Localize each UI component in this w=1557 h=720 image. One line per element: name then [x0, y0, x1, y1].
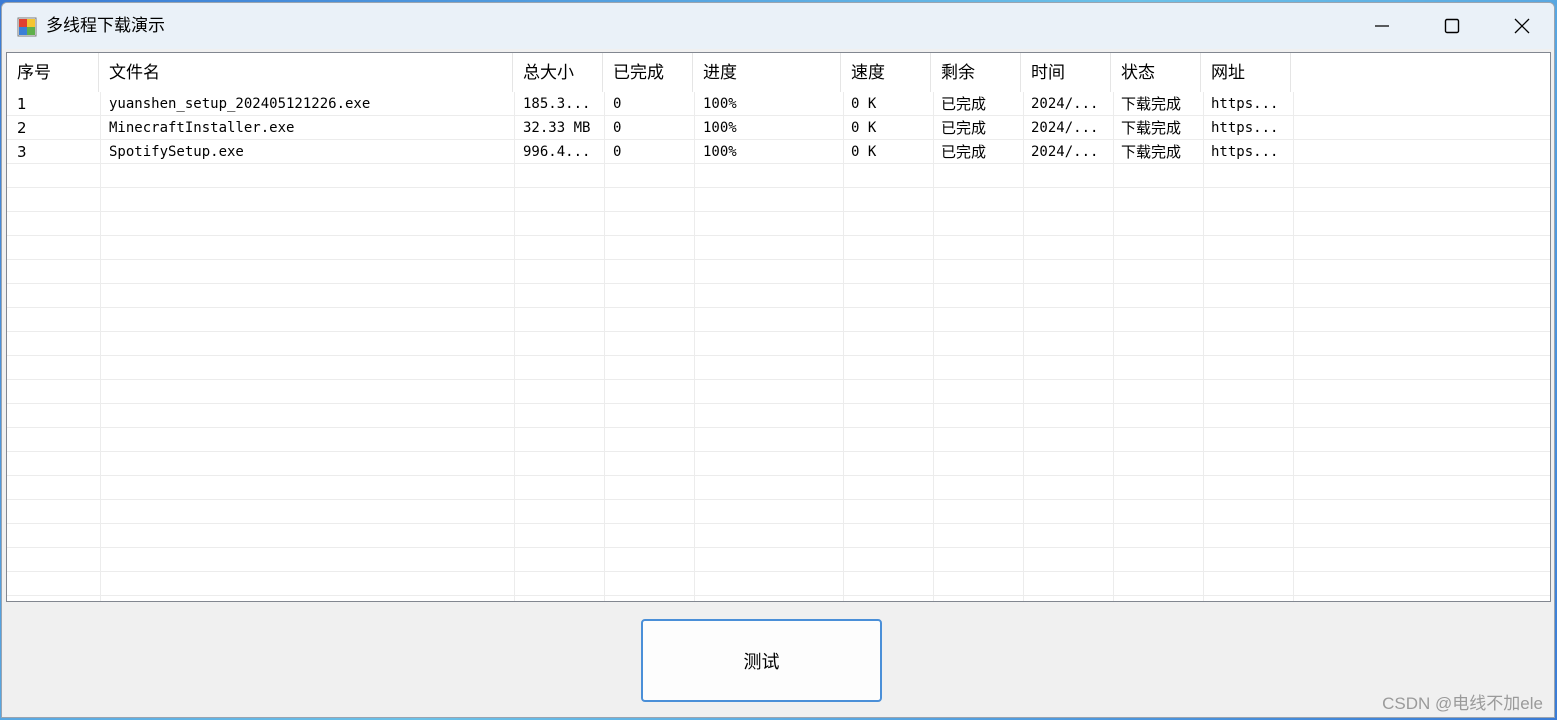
grid-line	[7, 499, 1550, 500]
table-row[interactable]: 3 SpotifySetup.exe 996.4... 0 100% 0 K 已…	[7, 140, 1550, 164]
cell-done: 0	[613, 96, 622, 112]
main-window: 多线程下载演示 序号 文件名 总大小 已完成 进度 速度 剩余 时间 状态 网址…	[1, 2, 1555, 718]
maximize-button[interactable]	[1417, 3, 1487, 49]
grid-line	[100, 92, 101, 601]
cell-speed: 0 K	[851, 144, 877, 160]
cell-filename: SpotifySetup.exe	[109, 144, 244, 160]
column-header-status[interactable]: 状态	[1111, 53, 1201, 92]
cell-url: https...	[1211, 144, 1279, 160]
cell-status: 下载完成	[1121, 143, 1182, 161]
test-button[interactable]: 测试	[641, 619, 882, 702]
grid-line	[7, 259, 1550, 260]
grid-line	[7, 331, 1550, 332]
cell-index: 1	[17, 95, 27, 113]
cell-url: https...	[1211, 96, 1279, 112]
cell-filename: MinecraftInstaller.exe	[109, 120, 295, 136]
cell-index: 2	[17, 119, 27, 137]
column-header-size[interactable]: 总大小	[513, 53, 603, 92]
table-row[interactable]: 2 MinecraftInstaller.exe 32.33 MB 0 100%…	[7, 116, 1550, 140]
grid-line	[7, 355, 1550, 356]
column-header-done[interactable]: 已完成	[603, 53, 693, 92]
cell-done: 0	[613, 144, 622, 160]
grid-line	[7, 211, 1550, 212]
cell-remaining: 已完成	[941, 95, 987, 113]
cell-speed: 0 K	[851, 120, 877, 136]
cell-progress: 100%	[703, 96, 737, 112]
grid-line	[7, 427, 1550, 428]
grid-line	[7, 307, 1550, 308]
watermark-text: CSDN @电线不加ele	[1382, 694, 1543, 713]
grid-line	[7, 403, 1550, 404]
column-header-time[interactable]: 时间	[1021, 53, 1111, 92]
grid-line	[1293, 92, 1294, 601]
maximize-icon	[1444, 18, 1460, 34]
list-header: 序号 文件名 总大小 已完成 进度 速度 剩余 时间 状态 网址	[7, 53, 1550, 92]
cell-time: 2024/...	[1031, 96, 1099, 112]
grid-line	[7, 523, 1550, 524]
grid-line	[7, 571, 1550, 572]
cell-done: 0	[613, 120, 622, 136]
cell-status: 下载完成	[1121, 95, 1182, 113]
grid-line	[7, 475, 1550, 476]
grid-line	[7, 235, 1550, 236]
cell-url: https...	[1211, 120, 1279, 136]
column-header-remaining[interactable]: 剩余	[931, 53, 1021, 92]
cell-size: 32.33 MB	[523, 120, 591, 136]
grid-line	[514, 92, 515, 601]
grid-line	[7, 595, 1550, 596]
column-header-progress[interactable]: 进度	[693, 53, 841, 92]
cell-size: 996.4...	[523, 144, 591, 160]
cell-time: 2024/...	[1031, 144, 1099, 160]
cell-speed: 0 K	[851, 96, 877, 112]
cell-size: 185.3...	[523, 96, 591, 112]
cell-progress: 100%	[703, 144, 737, 160]
minimize-icon	[1374, 18, 1390, 34]
grid-line	[7, 187, 1550, 188]
cell-filename: yuanshen_setup_202405121226.exe	[109, 96, 371, 112]
column-header-url[interactable]: 网址	[1201, 53, 1291, 92]
grid-line	[7, 451, 1550, 452]
app-window-icon	[17, 17, 37, 37]
column-header-speed[interactable]: 速度	[841, 53, 931, 92]
grid-line	[7, 379, 1550, 380]
column-header-filename[interactable]: 文件名	[99, 53, 513, 92]
close-icon	[1514, 18, 1530, 34]
grid-line	[1203, 92, 1204, 601]
table-row[interactable]: 1 yuanshen_setup_202405121226.exe 185.3.…	[7, 92, 1550, 116]
cell-progress: 100%	[703, 120, 737, 136]
grid-line	[843, 92, 844, 601]
cell-status: 下载完成	[1121, 119, 1182, 137]
title-bar[interactable]: 多线程下载演示	[2, 3, 1554, 49]
grid-line	[1113, 92, 1114, 601]
column-header-index[interactable]: 序号	[7, 53, 99, 92]
cell-remaining: 已完成	[941, 143, 987, 161]
cell-time: 2024/...	[1031, 120, 1099, 136]
close-button[interactable]	[1487, 3, 1554, 49]
window-title: 多线程下载演示	[46, 16, 165, 36]
minimize-button[interactable]	[1347, 3, 1417, 49]
cell-remaining: 已完成	[941, 119, 987, 137]
cell-index: 3	[17, 143, 27, 161]
download-list-view[interactable]: 序号 文件名 总大小 已完成 进度 速度 剩余 时间 状态 网址 1 yuans…	[6, 52, 1551, 602]
grid-line	[1023, 92, 1024, 601]
grid-line	[604, 92, 605, 601]
grid-line	[694, 92, 695, 601]
grid-line	[933, 92, 934, 601]
grid-line	[7, 547, 1550, 548]
grid-line	[7, 283, 1550, 284]
